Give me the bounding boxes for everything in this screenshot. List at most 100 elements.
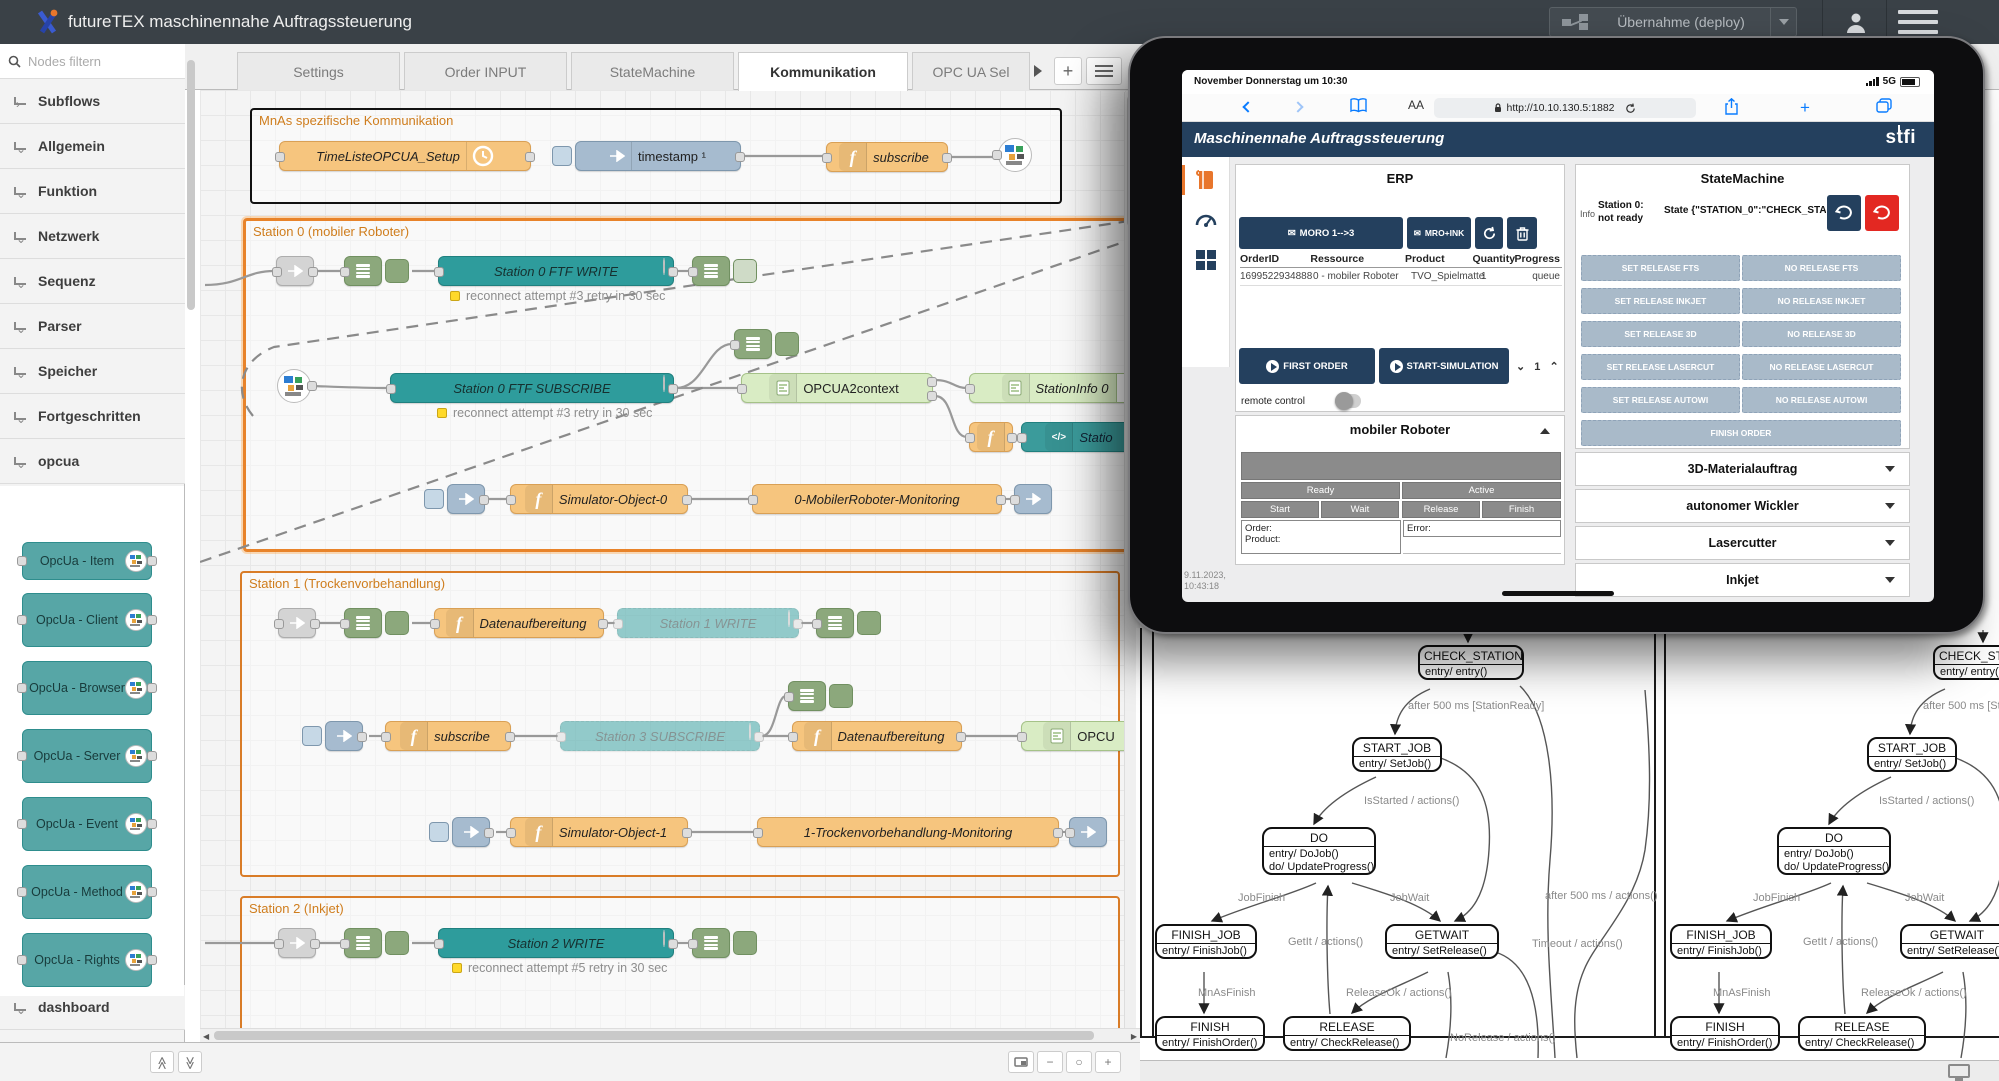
zoom-out-button[interactable]: − [1037,1051,1063,1073]
input-port[interactable] [381,732,391,742]
flow-node-statio[interactable]: </>Statio [1021,422,1140,452]
tab-scroll-right-button[interactable] [1028,58,1048,84]
active-button[interactable]: Active [1402,482,1561,499]
output-port[interactable] [479,495,489,505]
input-port[interactable] [272,267,282,277]
finish-order-button[interactable]: FINISH ORDER [1581,420,1901,446]
accordion-inkjet[interactable]: Inkjet [1575,563,1910,597]
release-button-set-release-fts[interactable]: SET RELEASE FTS [1581,255,1740,281]
reload-icon[interactable] [1625,103,1636,114]
deploy-options-button[interactable] [1770,8,1796,36]
output-port[interactable] [310,939,320,949]
input-port[interactable] [506,495,516,505]
palette-category-allgemein[interactable]: ⌄Allgemein [0,124,185,169]
palette-category-parser[interactable]: ⌄Parser [0,304,185,349]
flow-node-simulator-object-0[interactable]: fSimulator-Object-0 [510,484,688,514]
palette-node-opcua-client[interactable]: OpcUa - Client [22,593,152,647]
input-port[interactable] [753,828,763,838]
flow-node-station-3-subscribe[interactable]: Station 3 SUBSCRIBE [560,721,760,751]
reset-button[interactable] [1865,195,1899,231]
input-port[interactable] [748,495,758,505]
input-port[interactable] [730,340,740,350]
ready-button[interactable]: Ready [1241,482,1400,499]
output-port[interactable] [1053,828,1063,838]
input-port[interactable] [613,619,623,629]
input-port[interactable] [992,150,1002,160]
flow-node-station-2-write[interactable]: Station 2 WRITE [438,928,674,958]
input-port[interactable] [688,939,698,949]
input-port[interactable] [340,267,350,277]
back-button[interactable] [1244,98,1252,114]
palette-category-funktion[interactable]: ⌄Funktion [0,169,185,214]
moro-button[interactable]: ✉MORO 1-->3 [1239,217,1403,249]
release-button-set-release-lasercut[interactable]: SET RELEASE LASERCUT [1581,354,1740,380]
zoom-in-button[interactable]: + [1095,1051,1121,1073]
flow-node-opc-circle[interactable] [997,140,1033,170]
deploy-button[interactable]: Übernahme (deploy) [1549,7,1797,37]
accordion-autonomer-wickler[interactable]: autonomer Wickler [1575,489,1910,523]
input-port[interactable] [1017,433,1027,443]
refresh-button[interactable] [1475,217,1503,249]
palette-category-sequenz[interactable]: ⌄Sequenz [0,259,185,304]
input-port[interactable] [788,732,798,742]
order-count-stepper[interactable]: ⌄ 1 ⌃ [1516,360,1562,373]
release-button-no-release-lasercut[interactable]: NO RELEASE LASERCUT [1742,354,1901,380]
flow-node-blue-link[interactable] [1069,817,1107,847]
output-port[interactable] [310,619,320,629]
inject-button[interactable] [429,822,449,842]
input-port[interactable] [556,732,566,742]
output-port[interactable] [484,828,494,838]
grid-tab-icon[interactable] [1195,249,1217,271]
mro-ink-button[interactable]: ✉MRO+INK [1407,217,1471,249]
main-menu-button[interactable] [1898,10,1938,34]
zoom-reset-button[interactable]: ○ [1066,1051,1092,1073]
release-button-set-release-inkjet[interactable]: SET RELEASE INKJET [1581,288,1740,314]
canvas-horizontal-scrollbar[interactable]: ◀▶ [200,1028,1140,1042]
release-button-no-release-inkjet[interactable]: NO RELEASE INKJET [1742,288,1901,314]
input-port[interactable] [784,692,794,702]
palette-collapse-button[interactable]: ≪ [150,1051,174,1073]
flow-node-debug[interactable] [344,608,382,638]
flow-node-subscribe[interactable]: fsubscribe [385,721,511,751]
output-port[interactable] [682,495,692,505]
flow-node-stationinfo-0[interactable]: StationInfo 0 [969,373,1140,403]
output-port[interactable] [735,152,745,162]
input-port[interactable] [1065,828,1075,838]
input-port[interactable] [812,619,822,629]
flow-node-opc-circle[interactable] [276,371,312,401]
release-button-no-release-autowi[interactable]: NO RELEASE AUTOWI [1742,387,1901,413]
input-port[interactable] [965,433,975,443]
debug-toggle-button[interactable] [385,259,409,283]
home-indicator[interactable] [1502,591,1614,596]
output-port[interactable] [754,732,764,742]
output-port[interactable] [668,384,678,394]
input-port[interactable] [434,267,444,277]
input-port[interactable] [274,939,284,949]
start-button[interactable]: Start [1241,501,1319,518]
flow-node-1-trockenvorbehandlung-monitoring[interactable]: 1-Trockenvorbehandlung-Monitoring [757,817,1059,847]
delete-button[interactable] [1507,217,1537,249]
gauge-tab-icon[interactable] [1194,209,1218,233]
flow-node-opcu[interactable]: OPCU [1021,721,1140,751]
flow-node-0-mobilerroboter-monitoring[interactable]: 0-MobilerRoboter-Monitoring [752,484,1002,514]
release-button-set-release-autowi[interactable]: SET RELEASE AUTOWI [1581,387,1740,413]
debug-toggle-button[interactable] [829,684,853,708]
finish-button[interactable]: Finish [1482,501,1561,518]
debug-toggle-button[interactable] [733,259,757,283]
output-port[interactable] [505,732,515,742]
tab-opc-ua-sel[interactable]: OPC UA Sel [912,52,1030,90]
debug-toggle-button[interactable] [385,611,409,635]
tabs-icon[interactable] [1876,98,1892,113]
output-port[interactable] [668,939,678,949]
output-port[interactable] [942,153,952,163]
input-port[interactable] [430,619,440,629]
flow-node-debug[interactable] [692,256,730,286]
palette-node-opcua-server[interactable]: OpcUa - Server [22,729,152,783]
flow-node-gray-link[interactable] [276,256,314,286]
input-port[interactable] [340,619,350,629]
tab-statemachine[interactable]: StateMachine [571,52,734,90]
accordion-lasercutter[interactable]: Lasercutter [1575,526,1910,560]
input-port[interactable] [386,384,396,394]
output-port[interactable] [668,267,678,277]
output-port[interactable] [357,732,367,742]
